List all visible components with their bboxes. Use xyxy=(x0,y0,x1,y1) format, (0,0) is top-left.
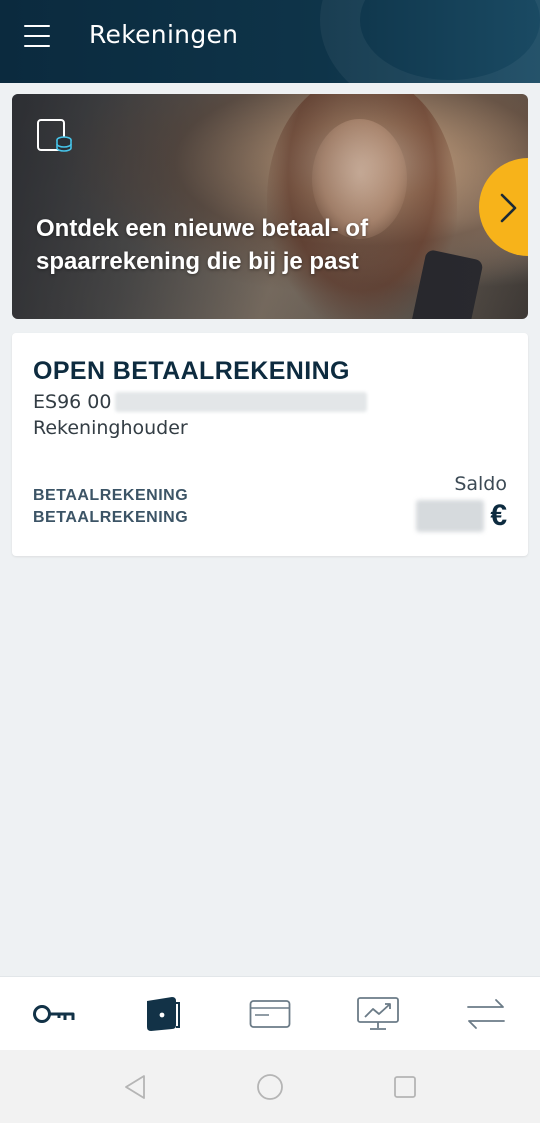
nav-item-transfers[interactable] xyxy=(432,977,540,1051)
account-name: OPEN BETAALREKENING xyxy=(33,357,350,385)
nav-item-accounts[interactable] xyxy=(108,977,216,1051)
menu-button[interactable] xyxy=(22,22,56,50)
key-icon xyxy=(33,1005,75,1023)
account-iban: ES96 00 xyxy=(33,391,368,413)
currency-symbol: € xyxy=(490,499,507,532)
wallet-icon xyxy=(147,997,180,1031)
system-back-button[interactable] xyxy=(115,1072,155,1102)
investments-chart-icon xyxy=(357,997,399,1030)
hamburger-menu-icon-bar xyxy=(24,45,50,47)
system-navigation-bar xyxy=(0,1050,540,1123)
system-home-button[interactable] xyxy=(250,1072,290,1102)
account-card[interactable]: OPEN BETAALREKENING ES96 00 Rekeninghoud… xyxy=(12,333,528,556)
iban-redacted xyxy=(115,392,368,412)
account-type-line: BETAALREKENING xyxy=(33,487,189,504)
nav-item-investments[interactable] xyxy=(324,977,432,1051)
app-header: Rekeningen xyxy=(0,0,540,83)
card-icon xyxy=(249,1000,291,1028)
account-database-icon xyxy=(37,119,72,152)
promo-banner[interactable]: Ontdek een nieuwe betaal- of spaarrekeni… xyxy=(12,94,528,319)
page-title: Rekeningen xyxy=(89,20,239,49)
recents-icon xyxy=(394,1076,416,1098)
banner-text: Ontdek een nieuwe betaal- of spaarrekeni… xyxy=(36,215,369,275)
nav-item-cards[interactable] xyxy=(216,977,324,1051)
back-icon xyxy=(125,1075,145,1099)
home-icon xyxy=(257,1074,283,1100)
account-role: Rekeninghouder xyxy=(33,417,188,439)
header-decoration xyxy=(320,0,540,83)
transfer-arrows-icon xyxy=(467,999,505,1029)
account-type: BETAALREKENING BETAALREKENING xyxy=(33,485,188,529)
account-type-line: BETAALREKENING xyxy=(33,509,189,526)
chevron-right-icon xyxy=(500,193,517,223)
saldo-value: € xyxy=(416,499,507,533)
hamburger-menu-icon-bar xyxy=(24,25,50,27)
iban-prefix: ES96 00 xyxy=(33,391,112,413)
nav-item-keys[interactable] xyxy=(0,977,108,1051)
bottom-navigation xyxy=(0,976,540,1050)
system-recents-button[interactable] xyxy=(385,1072,425,1102)
banner-overlay xyxy=(12,94,528,319)
saldo-label: Saldo xyxy=(454,473,507,495)
hamburger-menu-icon-bar xyxy=(24,35,50,37)
saldo-redacted xyxy=(416,500,485,532)
